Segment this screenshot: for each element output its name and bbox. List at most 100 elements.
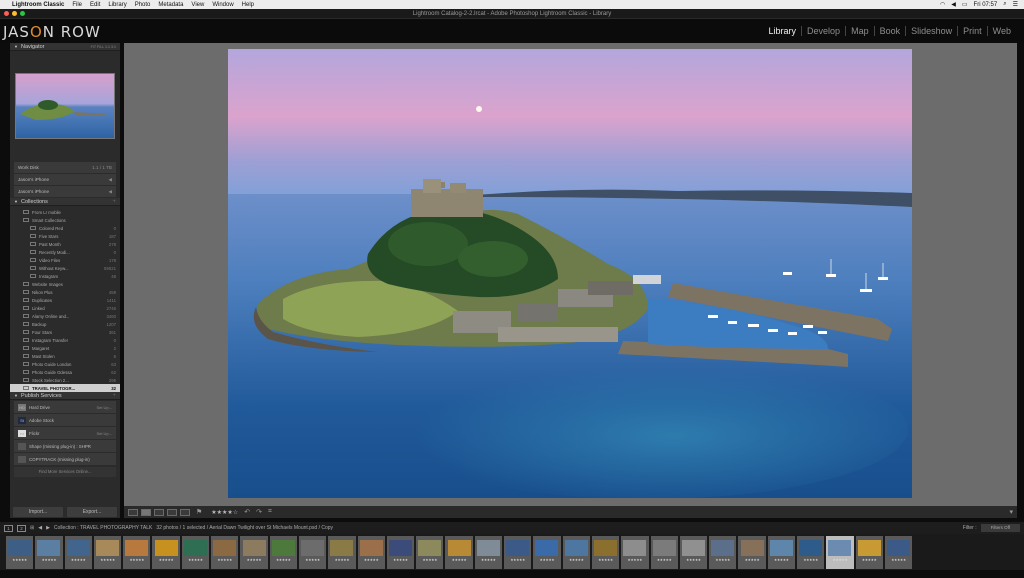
filmstrip-thumbnail[interactable]: ★★★★★	[64, 535, 92, 569]
toolbar-menu-icon[interactable]: ▾	[1009, 508, 1013, 516]
filmstrip-thumbnail[interactable]: ★★★★★	[738, 535, 766, 569]
import-button[interactable]: Import...	[13, 507, 63, 517]
filmstrip-thumbnail[interactable]: ★★★★★	[35, 535, 63, 569]
module-book[interactable]: Book	[875, 26, 907, 36]
volume-icon[interactable]: ◀	[951, 1, 956, 8]
filmstrip-thumbnail[interactable]: ★★★★★	[298, 535, 327, 569]
loupe-view[interactable]	[124, 43, 1017, 506]
grid-icon[interactable]: ⊞	[30, 525, 34, 531]
collection-item[interactable]: Without Keyw... 59521	[10, 264, 120, 272]
menu-file[interactable]: File	[72, 2, 82, 8]
drive-row[interactable]: Jason's iPhone ◀	[14, 174, 116, 185]
collection-item[interactable]: Mast Stolen 6	[10, 352, 120, 360]
collection-item[interactable]: Margaret 2	[10, 344, 120, 352]
menu-window[interactable]: Window	[212, 2, 233, 8]
collection-item[interactable]: Linked 2746	[10, 304, 120, 312]
filmstrip-thumbnail[interactable]: ★★★★★	[562, 535, 590, 569]
menu-list-icon[interactable]: ☰	[1013, 1, 1018, 8]
filmstrip-thumbnail[interactable]: ★★★★★	[797, 535, 825, 569]
publish-service-item[interactable]: ●● Flickr Set Up...	[14, 427, 116, 439]
zoom-options[interactable]: FIT FILL 1:1 3:1	[91, 45, 116, 49]
search-icon[interactable]: ⌕	[1003, 1, 1006, 8]
filmstrip-thumbnail[interactable]: ★★★★★	[416, 535, 444, 569]
menu-library[interactable]: Library	[108, 2, 126, 8]
filmstrip-thumbnail[interactable]: ★★★★★	[93, 535, 122, 569]
module-web[interactable]: Web	[988, 26, 1016, 36]
add-collection-icon[interactable]: ＋	[112, 199, 116, 204]
publish-service-action[interactable]: Set Up...	[96, 405, 112, 410]
module-slideshow[interactable]: Slideshow	[906, 26, 959, 36]
collection-item[interactable]: Smart Collections	[10, 216, 120, 224]
forward-arrow-icon[interactable]: ▶	[46, 525, 50, 531]
navigator-header[interactable]: ▼ Navigator FIT FILL 1:1 3:1	[10, 43, 120, 51]
filmstrip-thumbnail[interactable]: ★★★★★	[504, 535, 532, 569]
filmstrip-thumbnail[interactable]: ★★★★★	[533, 535, 561, 569]
navigator-preview[interactable]	[10, 51, 120, 161]
secondary-window-button[interactable]: 2	[17, 524, 26, 532]
export-button[interactable]: Export...	[67, 507, 117, 517]
collection-item[interactable]: Photo Guide Odessa 62	[10, 368, 120, 376]
filmstrip-thumbnail[interactable]: ★★★★★	[152, 535, 180, 569]
navigator-thumbnail[interactable]	[15, 73, 115, 139]
publish-service-item[interactable]: HD Hard Drive Set Up...	[14, 401, 116, 413]
menu-photo[interactable]: Photo	[135, 2, 151, 8]
back-arrow-icon[interactable]: ◀	[38, 525, 42, 531]
collection-item[interactable]: Instagram 48	[10, 272, 120, 280]
publish-service-item[interactable]: COPYTRACK (missing plug-in)	[14, 453, 116, 465]
collection-item[interactable]: Backup 1207	[10, 320, 120, 328]
module-develop[interactable]: Develop	[802, 26, 847, 36]
collection-item[interactable]: From Lr mobile	[10, 208, 120, 216]
collapse-triangle-icon[interactable]: ▼	[14, 44, 18, 49]
wifi-icon[interactable]: ◠	[940, 1, 945, 8]
main-photo[interactable]	[228, 49, 912, 498]
menu-metadata[interactable]: Metadata	[158, 2, 183, 8]
clock[interactable]: Fri 07:57	[974, 2, 998, 8]
collection-item[interactable]: Photo Guide London 63	[10, 360, 120, 368]
collection-item[interactable]: Website Images	[10, 280, 120, 288]
drive-row[interactable]: Work Disk 1.1 / 1 TB	[14, 162, 116, 173]
collection-item[interactable]: Five Stars 187	[10, 232, 120, 240]
survey-view-button[interactable]	[167, 508, 177, 516]
publish-services-header[interactable]: ▼ Publish Services ＋	[10, 392, 120, 400]
collection-item[interactable]: Nikon Plus 459	[10, 288, 120, 296]
drive-row[interactable]: Jason's iPhone ◀	[14, 186, 116, 197]
collection-item[interactable]: Stock Selection 2... 295	[10, 376, 120, 384]
filmstrip-thumbnail[interactable]: ★★★★★	[709, 535, 737, 569]
collection-item[interactable]: TRAVEL PHOTOGR... 32	[10, 384, 120, 392]
filmstrip-thumbnail[interactable]: ★★★★★	[328, 535, 356, 569]
filmstrip-thumbnail[interactable]: ★★★★★	[211, 535, 239, 569]
rotate-right-icon[interactable]: ↷	[256, 508, 262, 516]
loupe-view-button[interactable]	[141, 508, 151, 516]
filmstrip-thumbnail[interactable]: ★★★★★	[826, 535, 854, 569]
star-rating[interactable]: ★★★★☆	[211, 509, 238, 516]
filmstrip-thumbnail[interactable]: ★★★★★	[884, 535, 913, 569]
grid-view-button[interactable]	[128, 508, 138, 516]
collapse-triangle-icon[interactable]: ▼	[14, 199, 18, 204]
publish-service-item[interactable]: St Adobe Stock	[14, 414, 116, 426]
collection-item[interactable]: Duplicates 1411	[10, 296, 120, 304]
battery-icon[interactable]: ▭	[962, 1, 968, 8]
filmstrip-thumbnail[interactable]: ★★★★★	[123, 535, 151, 569]
flag-icon[interactable]: ⚑	[196, 508, 202, 516]
filter-select[interactable]: Filters Off	[980, 524, 1020, 532]
collection-item[interactable]: Past Month 278	[10, 240, 120, 248]
filmstrip-thumbnail[interactable]: ★★★★★	[269, 535, 297, 569]
filmstrip-thumbnail[interactable]: ★★★★★	[386, 535, 415, 569]
filmstrip-thumbnail[interactable]: ★★★★★	[679, 535, 708, 569]
filmstrip-thumbnail[interactable]: ★★★★★	[767, 535, 796, 569]
crop-icon[interactable]: ⌗	[268, 508, 272, 516]
collection-item[interactable]: Alamy Online and... 3460	[10, 312, 120, 320]
publish-service-item[interactable]: Shape (missing plug-in) : SHPR	[14, 440, 116, 452]
close-window-icon[interactable]	[4, 11, 9, 16]
collection-item[interactable]: Instagram Transfer 0	[10, 336, 120, 344]
filmstrip-thumbnail[interactable]: ★★★★★	[181, 535, 210, 569]
filmstrip-thumbnail[interactable]: ★★★★★	[621, 535, 649, 569]
filmstrip-thumbnail[interactable]: ★★★★★	[474, 535, 503, 569]
module-map[interactable]: Map	[846, 26, 875, 36]
rotate-left-icon[interactable]: ↶	[244, 508, 250, 516]
zoom-window-icon[interactable]	[20, 11, 25, 16]
compare-view-button[interactable]	[154, 508, 164, 516]
menu-help[interactable]: Help	[242, 2, 254, 8]
collection-item[interactable]: Video Files 178	[10, 256, 120, 264]
add-service-icon[interactable]: ＋	[112, 393, 116, 398]
